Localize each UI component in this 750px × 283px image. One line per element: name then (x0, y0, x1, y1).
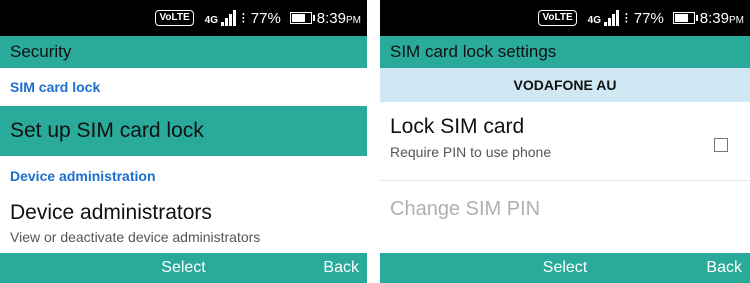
set-up-sim-card-lock-item[interactable]: Set up SIM card lock (0, 106, 367, 156)
lock-sim-card-description: Require PIN to use phone (390, 144, 552, 160)
volte-badge: VoLTE (538, 10, 577, 26)
set-up-sim-card-lock-label: Set up SIM card lock (10, 119, 204, 142)
signal-icon (603, 10, 619, 26)
softkey-bar: Select Back (0, 253, 367, 283)
device-administrators-item[interactable]: Device administrators View or deactivate… (0, 198, 367, 254)
carrier-tab[interactable]: VODAFONE AU (380, 68, 750, 102)
change-sim-pin-item[interactable]: Change SIM PIN (380, 192, 750, 226)
status-bar: VoLTE 4G ⁝ 77% 8:39PM (380, 0, 750, 36)
page-title: Security (0, 36, 367, 68)
lock-sim-card-label: Lock SIM card (390, 115, 525, 138)
battery-percent: 77% (250, 9, 281, 27)
security-screen: VoLTE 4G ⁝ 77% 8:39PM Security SIM card … (0, 0, 367, 283)
lock-sim-card-item[interactable]: Lock SIM card Require PIN to use phone (380, 112, 750, 172)
clock: 8:39PM (699, 9, 744, 27)
device-administrators-description: View or deactivate device administrators (10, 229, 261, 245)
page-title: SIM card lock settings (380, 36, 750, 68)
select-softkey[interactable]: Select (0, 253, 367, 283)
network-type: 4G (587, 15, 601, 26)
select-softkey[interactable]: Select (380, 253, 750, 283)
battery-icon (672, 12, 698, 24)
volte-badge: VoLTE (155, 10, 194, 26)
screen-divider (367, 0, 380, 283)
back-softkey[interactable]: Back (706, 253, 742, 283)
battery-percent: 77% (633, 9, 664, 27)
charging-icon: ⁝ (240, 10, 246, 27)
network-type: 4G (204, 15, 218, 26)
device-administrators-label: Device administrators (10, 201, 212, 224)
network-indicator: 4G (588, 10, 619, 26)
network-indicator: 4G (205, 10, 236, 26)
battery-icon (289, 12, 315, 24)
back-softkey[interactable]: Back (323, 253, 359, 283)
change-sim-pin-label: Change SIM PIN (390, 198, 541, 220)
status-bar: VoLTE 4G ⁝ 77% 8:39PM (0, 0, 367, 36)
lock-sim-card-checkbox[interactable] (714, 138, 728, 152)
section-header-device-administration: Device administration (0, 161, 367, 191)
divider (380, 180, 750, 181)
clock: 8:39PM (316, 9, 361, 27)
charging-icon: ⁝ (623, 10, 629, 27)
softkey-bar: Select Back (380, 253, 750, 283)
sim-card-lock-settings-screen: VoLTE 4G ⁝ 77% 8:39PM SIM card lock sett… (380, 0, 750, 283)
signal-icon (220, 10, 236, 26)
section-header-sim-card-lock: SIM card lock (0, 72, 367, 102)
